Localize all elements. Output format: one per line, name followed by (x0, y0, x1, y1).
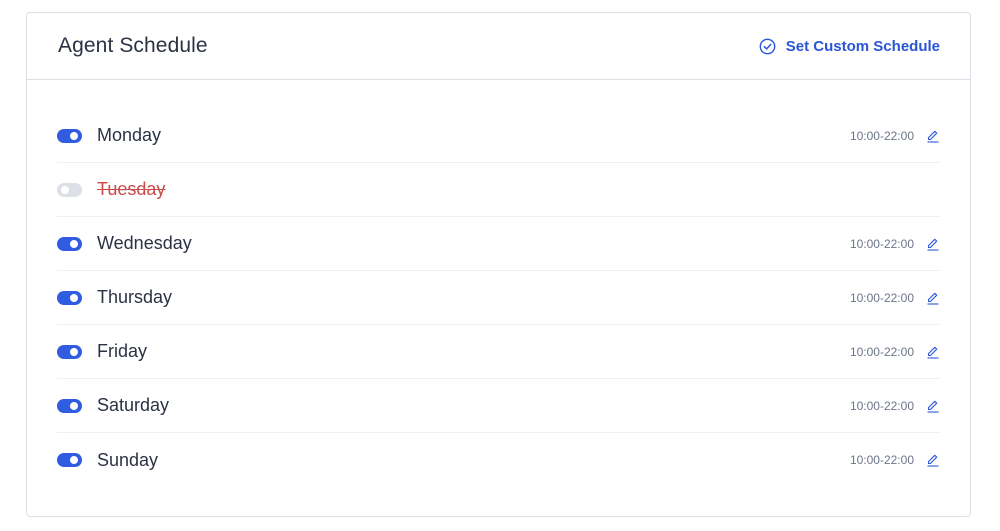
hours-saturday: 10:00-22:00 (849, 398, 914, 413)
day-row-sunday: Sunday 10:00-22:00 (57, 433, 940, 487)
toggle-wednesday[interactable] (57, 236, 82, 251)
day-row-monday: Monday 10:00-22:00 (57, 109, 940, 163)
toggle-friday[interactable] (57, 344, 82, 359)
day-row-tuesday: Tuesday (57, 163, 940, 217)
day-label-tuesday: Tuesday (97, 179, 166, 199)
toggle-sunday[interactable] (57, 453, 82, 467)
edit-icon[interactable] (926, 129, 940, 143)
day-label-friday: Friday (97, 341, 148, 361)
toggle-knob (70, 456, 78, 464)
hours-monday: 10:00-22:00 (849, 128, 914, 143)
day-label-thursday: Thursday (97, 287, 173, 307)
agent-schedule-card: Agent Schedule Set Custom Schedule Monda… (26, 12, 971, 517)
toggle-knob (70, 347, 78, 356)
day-row-wednesday: Wednesday 10:00-22:00 (57, 217, 940, 271)
day-row-saturday: Saturday 10:00-22:00 (57, 379, 940, 433)
card-title: Agent Schedule (58, 34, 208, 57)
toggle-saturday[interactable] (57, 398, 82, 413)
day-label-sunday: Sunday (97, 449, 159, 470)
day-label-wednesday: Wednesday (97, 233, 192, 253)
set-custom-schedule-link[interactable]: Set Custom Schedule (759, 38, 940, 55)
day-label-monday: Monday (97, 125, 162, 145)
edit-icon[interactable] (926, 453, 940, 467)
hours-sunday: 10:00-22:00 (849, 453, 914, 467)
toggle-knob (70, 131, 78, 140)
day-list: Monday 10:00-22:00 Tuesday Wednesday 10:… (27, 80, 970, 487)
edit-icon[interactable] (926, 291, 940, 305)
day-row-thursday: Thursday 10:00-22:00 (57, 271, 940, 325)
toggle-tuesday[interactable] (57, 182, 82, 197)
set-custom-schedule-label: Set Custom Schedule (785, 37, 940, 55)
day-label-saturday: Saturday (97, 395, 170, 415)
card-header: Agent Schedule Set Custom Schedule (27, 13, 970, 80)
toggle-knob (70, 293, 78, 302)
toggle-knob (61, 185, 69, 194)
toggle-knob (70, 401, 78, 410)
toggle-knob (70, 239, 78, 248)
hours-friday: 10:00-22:00 (849, 344, 914, 359)
hours-thursday: 10:00-22:00 (849, 290, 914, 305)
edit-icon[interactable] (926, 399, 940, 413)
edit-icon[interactable] (926, 237, 940, 251)
edit-icon[interactable] (926, 345, 940, 359)
check-circle-icon (759, 38, 776, 55)
day-row-friday: Friday 10:00-22:00 (57, 325, 940, 379)
toggle-monday[interactable] (57, 128, 82, 143)
hours-wednesday: 10:00-22:00 (849, 236, 914, 251)
toggle-thursday[interactable] (57, 290, 82, 305)
